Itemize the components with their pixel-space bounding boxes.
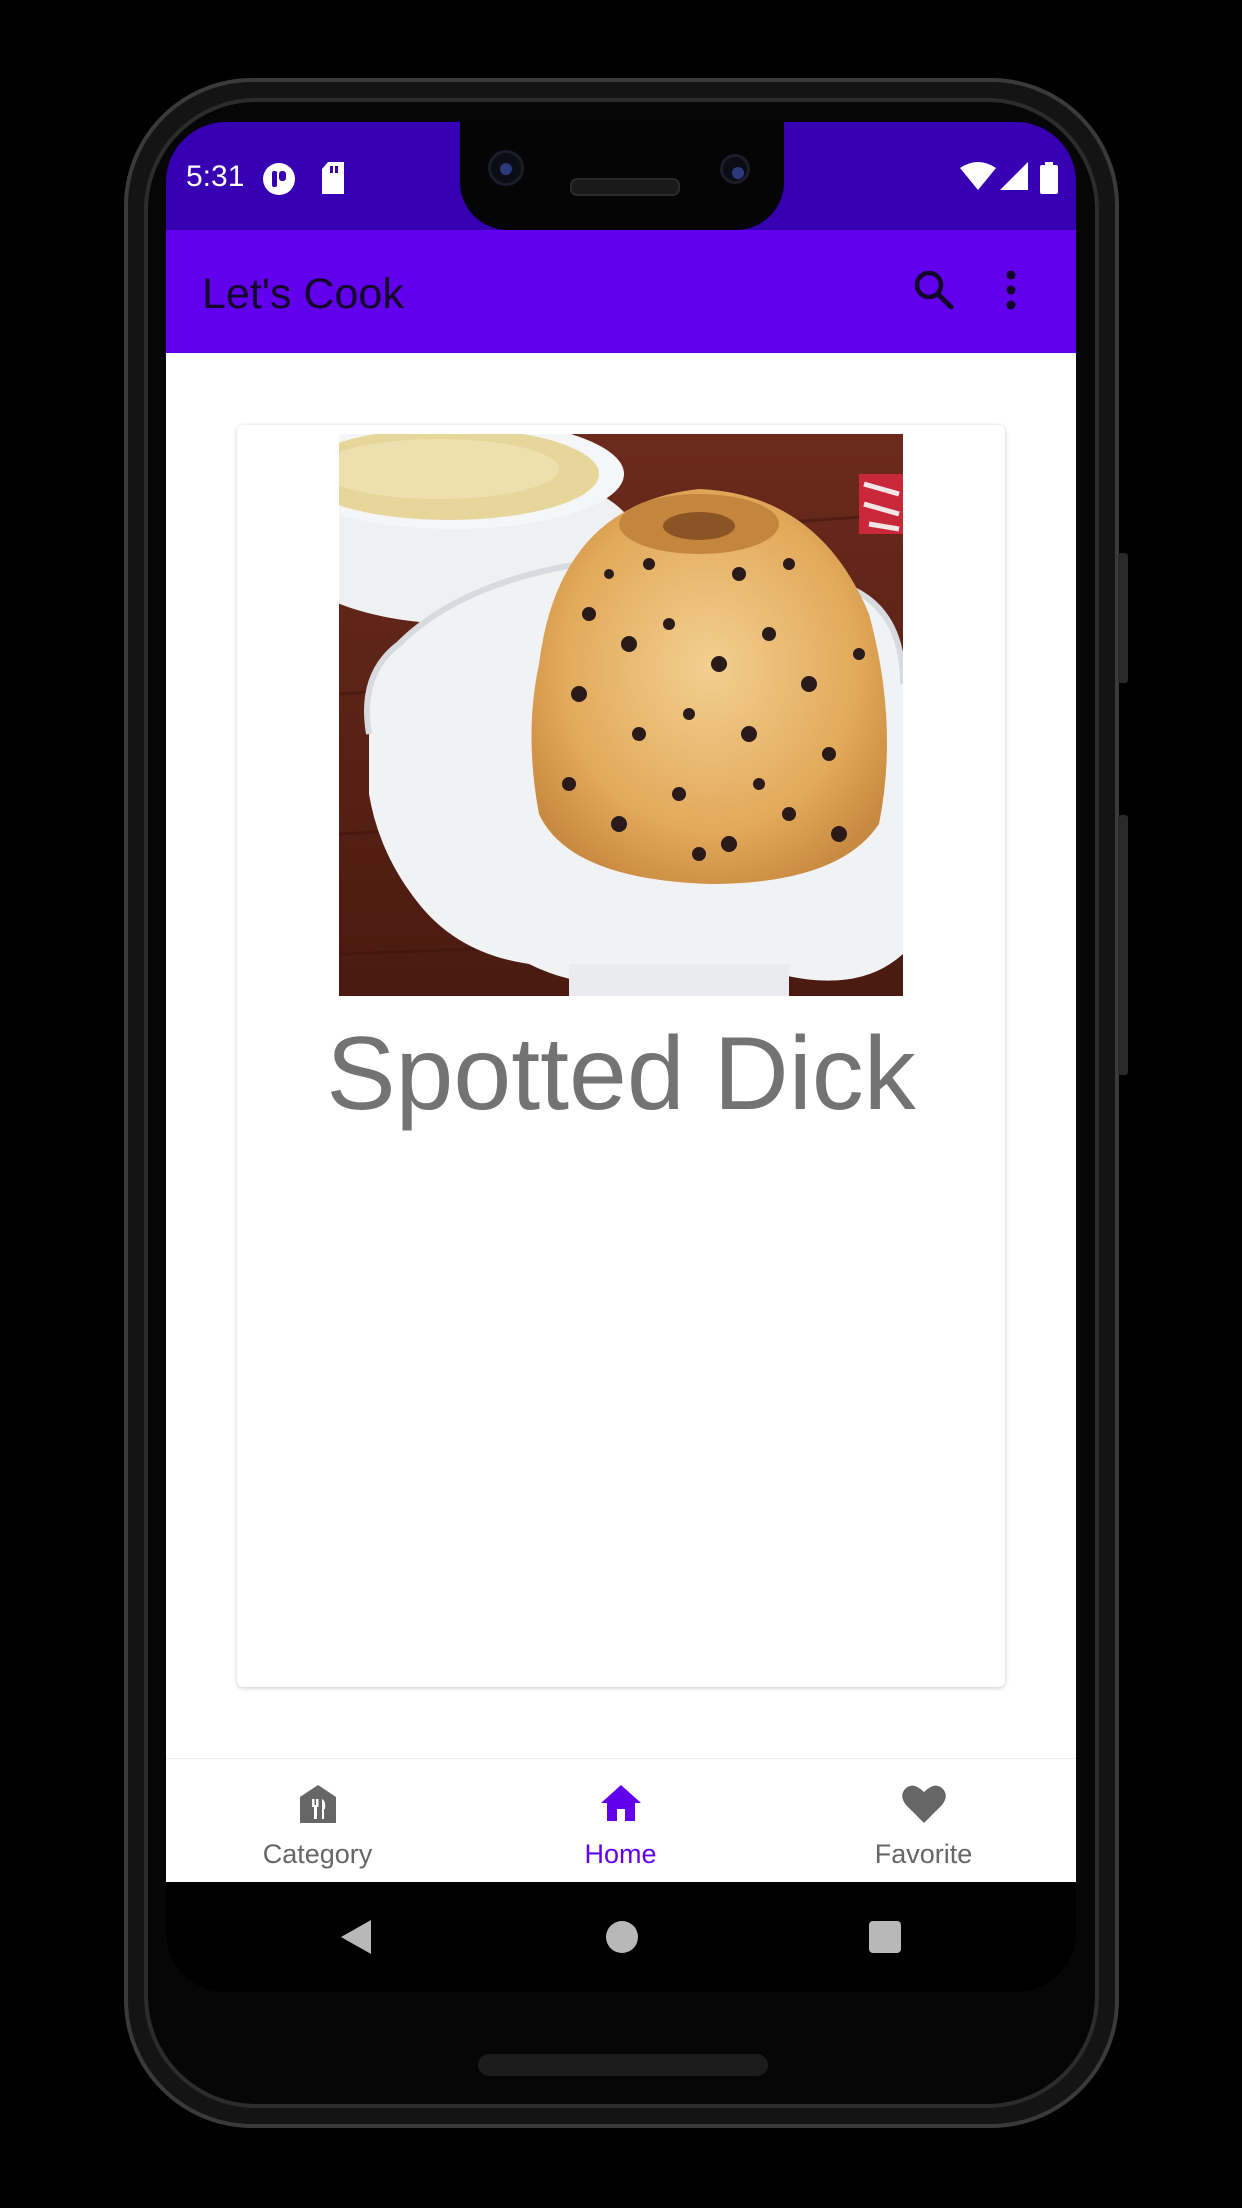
search-icon[interactable] [912, 268, 956, 317]
nav-label-favorite: Favorite [874, 1839, 973, 1869]
nav-item-category[interactable]: Category [166, 1759, 469, 1883]
battery-icon [1040, 162, 1058, 199]
nav-item-favorite[interactable]: Favorite [772, 1759, 1075, 1883]
bottom-navigation: Category Home Favorite [166, 1758, 1076, 1883]
front-camera [488, 150, 524, 186]
status-bar: 5:31 [166, 122, 1076, 230]
volume-button [1118, 553, 1128, 683]
sd-card-icon [320, 162, 346, 199]
more-vert-icon[interactable] [1004, 268, 1018, 317]
back-icon[interactable] [339, 1918, 373, 1961]
content-area: Spotted Dick [166, 353, 1076, 1758]
app-bar: Let's Cook [166, 230, 1076, 353]
cell-signal-icon [1000, 162, 1030, 197]
wifi-icon [960, 162, 996, 197]
recipe-title: Spotted Dick [326, 1016, 916, 1132]
earpiece [570, 178, 680, 196]
system-navigation-bar [166, 1882, 1076, 1992]
device-frame: 5:31 Let's Cook Spotted Dick Category Ho… [0, 0, 1242, 2208]
status-time: 5:31 [186, 160, 245, 193]
nav-item-home[interactable]: Home [469, 1759, 772, 1883]
category-icon [298, 1783, 338, 1830]
camera-notch [460, 122, 784, 230]
recents-icon[interactable] [868, 1920, 902, 1959]
home-icon [599, 1783, 643, 1828]
bottom-speaker [478, 2054, 768, 2076]
app-title: Let's Cook [202, 270, 404, 318]
recipe-card[interactable]: Spotted Dick [237, 425, 1005, 1687]
nav-label-category: Category [262, 1839, 373, 1869]
nav-label-home: Home [584, 1839, 657, 1869]
app-notification-icon [262, 162, 296, 201]
recipe-image [339, 434, 903, 996]
power-button [1118, 815, 1128, 1075]
home-circle-icon[interactable] [605, 1920, 639, 1959]
heart-icon [901, 1783, 947, 1830]
screen: 5:31 Let's Cook Spotted Dick Category Ho… [166, 122, 1076, 1992]
front-sensor [720, 154, 750, 184]
